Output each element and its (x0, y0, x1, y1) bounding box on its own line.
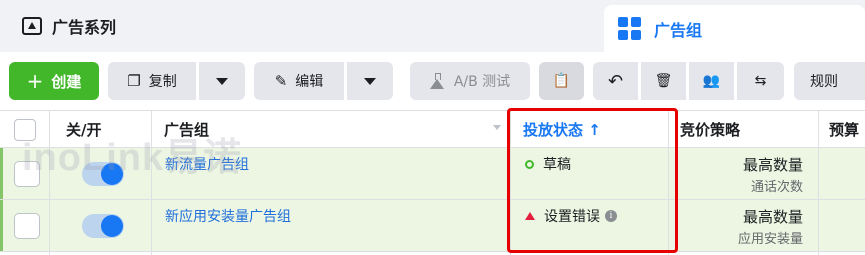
caret-down-icon (216, 77, 228, 85)
row-toggle[interactable] (82, 162, 124, 186)
edit-button[interactable]: ✎ 编辑 (254, 62, 344, 100)
tab-adsets-label: 广告组 (654, 20, 703, 40)
copy-button-label: 复制 (148, 74, 177, 90)
delivery-status-text: 设置错误 (544, 209, 600, 225)
copy-icon: ❐ (127, 72, 141, 90)
header-budget[interactable]: 预算 (829, 111, 859, 148)
rules-button[interactable]: 规则 (794, 62, 865, 100)
plus-icon: + (26, 69, 44, 93)
table-header: 关/开 广告组 投放状态 ↑ 竞价策略 预算 (0, 110, 865, 148)
table-row[interactable]: 新应用安装量广告组 设置错误 i 最高数量 应用安装量 (0, 200, 865, 252)
clipboard-button[interactable]: 📋 (539, 62, 584, 100)
row-checkbox[interactable] (14, 213, 40, 239)
main-panel: + 创建 ❐ 复制 ✎ 编辑 A/B 测试 📋 ↶ 🗑 👥 ⇆ 规则 关/开 广… (0, 52, 865, 255)
caret-down-icon (364, 77, 376, 85)
warning-triangle-icon (525, 212, 535, 220)
row-indicator (0, 200, 3, 251)
column-divider (510, 110, 511, 255)
bid-strategy: 最高数量 (742, 156, 803, 174)
draft-status-icon (525, 159, 534, 169)
select-all-checkbox[interactable] (14, 119, 36, 141)
clipboard-icon: 📋 (552, 73, 571, 89)
pencil-icon: ✎ (274, 72, 288, 90)
column-divider (49, 110, 50, 255)
row-checkbox[interactable] (14, 161, 40, 187)
header-bid-strategy[interactable]: 竞价策略 (680, 111, 740, 148)
tab-adsets[interactable]: 广告组 (604, 5, 865, 52)
bid-strategy-detail: 应用安装量 (737, 232, 803, 247)
bid-strategy-detail: 通话次数 (750, 180, 803, 195)
share-people-button[interactable]: 👥 (689, 62, 734, 100)
row-indicator (0, 148, 3, 199)
folder-icon (22, 17, 42, 35)
create-button-label: 创建 (51, 72, 82, 91)
edit-button-label: 编辑 (295, 74, 324, 90)
create-button[interactable]: + 创建 (9, 62, 99, 100)
adset-name-link[interactable]: 新应用安装量广告组 (165, 206, 291, 226)
table-row[interactable]: 新流量广告组 草稿 最高数量 通话次数 (0, 148, 865, 200)
column-divider (151, 110, 152, 255)
ab-test-button-label: A/B 测试 (453, 74, 511, 90)
trash-icon: 🗑 (654, 73, 673, 89)
header-adset-name[interactable]: 广告组 (164, 111, 209, 148)
header-on-off[interactable]: 关/开 (66, 111, 101, 148)
column-divider (818, 110, 819, 255)
copy-button[interactable]: ❐ 复制 (108, 62, 196, 100)
undo-button[interactable]: ↶ (593, 62, 638, 100)
export-button[interactable]: ⇆ (737, 62, 784, 100)
delivery-status: 设置错误 i (525, 206, 617, 226)
tab-campaigns[interactable]: 广告系列 (0, 0, 598, 52)
column-divider (668, 110, 669, 255)
export-icon: ⇆ (754, 73, 767, 89)
sort-caret-icon[interactable] (493, 125, 501, 130)
delivery-status-text: 草稿 (543, 157, 571, 173)
edit-dropdown-button[interactable] (347, 62, 393, 100)
copy-dropdown-button[interactable] (199, 62, 245, 100)
flask-icon (429, 73, 444, 89)
bid-strategy: 最高数量 (742, 208, 803, 226)
header-delivery-status[interactable]: 投放状态 ↑ (523, 111, 601, 148)
toolbar: + 创建 ❐ 复制 ✎ 编辑 A/B 测试 📋 ↶ 🗑 👥 ⇆ 规则 (0, 52, 865, 110)
grid-icon (618, 16, 642, 41)
adset-name-link[interactable]: 新流量广告组 (165, 154, 249, 174)
people-icon: 👥 (702, 73, 721, 89)
undo-icon: ↶ (607, 70, 624, 92)
delete-button[interactable]: 🗑 (641, 62, 686, 100)
tab-campaigns-label: 广告系列 (52, 18, 117, 37)
delivery-status: 草稿 (525, 154, 571, 174)
info-icon[interactable]: i (605, 210, 617, 222)
row-toggle[interactable] (82, 214, 124, 238)
ab-test-button[interactable]: A/B 测试 (410, 62, 530, 100)
rules-button-label: 规则 (810, 74, 838, 90)
